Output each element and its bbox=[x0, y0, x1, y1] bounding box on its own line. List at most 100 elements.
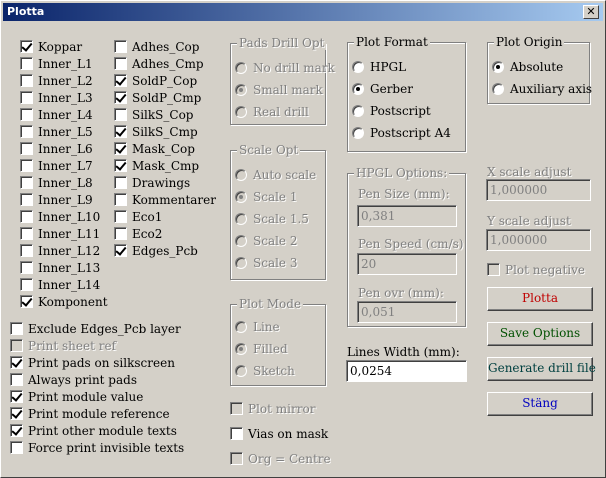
checkbox-mask-cop[interactable]: Mask_Cop bbox=[114, 140, 195, 157]
checkbox-box[interactable] bbox=[20, 176, 33, 189]
radio-dot[interactable] bbox=[235, 343, 247, 355]
pen-speed-input[interactable]: 20 bbox=[357, 253, 457, 275]
checkbox-box[interactable] bbox=[10, 407, 23, 420]
checkbox-box[interactable] bbox=[20, 295, 33, 308]
radio-dot[interactable] bbox=[235, 106, 247, 118]
checkbox-inner-l13[interactable]: Inner_L13 bbox=[20, 259, 100, 276]
radio-absolute[interactable]: Absolute bbox=[492, 58, 563, 76]
checkbox-box[interactable] bbox=[114, 159, 127, 172]
save-options-button[interactable]: Save Options bbox=[487, 322, 593, 346]
radio-no-drill-mark[interactable]: No drill mark bbox=[235, 59, 335, 77]
checkbox-box[interactable] bbox=[114, 193, 127, 206]
radio-hpgl[interactable]: HPGL bbox=[352, 58, 406, 76]
checkbox-silks-cmp[interactable]: SilkS_Cmp bbox=[114, 123, 198, 140]
checkbox-silks-cop[interactable]: SilkS_Cop bbox=[114, 106, 193, 123]
checkbox-komponent[interactable]: Komponent bbox=[20, 293, 108, 310]
radio-real-drill[interactable]: Real drill bbox=[235, 103, 309, 121]
radio-dot[interactable] bbox=[352, 127, 364, 139]
checkbox-mask-cmp[interactable]: Mask_Cmp bbox=[114, 157, 199, 174]
checkbox-box[interactable] bbox=[20, 91, 33, 104]
checkbox-print-other-module-texts[interactable]: Print other module texts bbox=[10, 422, 177, 439]
radio-dot[interactable] bbox=[235, 365, 247, 377]
checkbox-koppar[interactable]: Koppar bbox=[20, 38, 82, 55]
checkbox-eco1[interactable]: Eco1 bbox=[114, 208, 162, 225]
radio-dot[interactable] bbox=[352, 83, 364, 95]
radio-scale-1-5[interactable]: Scale 1.5 bbox=[235, 210, 309, 228]
checkbox-edges-pcb[interactable]: Edges_Pcb bbox=[114, 242, 198, 259]
checkbox-box[interactable] bbox=[20, 227, 33, 240]
radio-line[interactable]: Line bbox=[235, 318, 280, 336]
checkbox-box[interactable] bbox=[10, 441, 23, 454]
radio-postscript[interactable]: Postscript bbox=[352, 102, 431, 120]
checkbox-force-print-invisible-texts[interactable]: Force print invisible texts bbox=[10, 439, 184, 456]
checkbox-print-sheet-ref[interactable]: Print sheet ref bbox=[10, 337, 116, 354]
checkbox-box[interactable] bbox=[20, 278, 33, 291]
checkbox-box[interactable] bbox=[10, 322, 23, 335]
checkbox-box[interactable] bbox=[20, 57, 33, 70]
radio-dot[interactable] bbox=[235, 84, 247, 96]
radio-postscript-a4[interactable]: Postscript A4 bbox=[352, 124, 451, 142]
checkbox-adhes-cmp[interactable]: Adhes_Cmp bbox=[114, 55, 204, 72]
checkbox-inner-l6[interactable]: Inner_L6 bbox=[20, 140, 93, 157]
checkbox-box[interactable] bbox=[114, 142, 127, 155]
checkbox-box[interactable] bbox=[114, 227, 127, 240]
checkbox-exclude-edges-pcb-layer[interactable]: Exclude Edges_Pcb layer bbox=[10, 320, 181, 337]
checkbox-box[interactable] bbox=[10, 390, 23, 403]
close-button[interactable]: Stäng bbox=[487, 392, 593, 416]
checkbox-inner-l10[interactable]: Inner_L10 bbox=[20, 208, 100, 225]
checkbox-box[interactable] bbox=[114, 91, 127, 104]
org-centre-box[interactable] bbox=[230, 452, 243, 465]
checkbox-box[interactable] bbox=[20, 261, 33, 274]
checkbox-inner-l14[interactable]: Inner_L14 bbox=[20, 276, 100, 293]
radio-dot[interactable] bbox=[235, 191, 247, 203]
checkbox-inner-l4[interactable]: Inner_L4 bbox=[20, 106, 93, 123]
checkbox-inner-l9[interactable]: Inner_L9 bbox=[20, 191, 93, 208]
checkbox-box[interactable] bbox=[10, 339, 23, 352]
radio-dot[interactable] bbox=[492, 83, 504, 95]
plot-negative-checkbox[interactable]: Plot negative bbox=[487, 261, 585, 278]
radio-dot[interactable] bbox=[235, 321, 247, 333]
plot-button[interactable]: Plotta bbox=[487, 287, 593, 311]
checkbox-soldp-cop[interactable]: SoldP_Cop bbox=[114, 72, 197, 89]
checkbox-box[interactable] bbox=[20, 210, 33, 223]
checkbox-box[interactable] bbox=[114, 176, 127, 189]
checkbox-adhes-cop[interactable]: Adhes_Cop bbox=[114, 38, 199, 55]
radio-scale-1[interactable]: Scale 1 bbox=[235, 188, 297, 206]
plot-mirror-checkbox[interactable]: Plot mirror bbox=[230, 400, 315, 417]
radio-dot[interactable] bbox=[235, 257, 247, 269]
checkbox-box[interactable] bbox=[20, 125, 33, 138]
radio-filled[interactable]: Filled bbox=[235, 340, 288, 358]
checkbox-box[interactable] bbox=[114, 210, 127, 223]
radio-auto-scale[interactable]: Auto scale bbox=[235, 166, 316, 184]
checkbox-always-print-pads[interactable]: Always print pads bbox=[10, 371, 137, 388]
checkbox-inner-l8[interactable]: Inner_L8 bbox=[20, 174, 93, 191]
org-centre-checkbox[interactable]: Org = Centre bbox=[230, 450, 331, 467]
generate-drill-file-button[interactable]: Generate drill file bbox=[487, 357, 596, 381]
checkbox-inner-l3[interactable]: Inner_L3 bbox=[20, 89, 93, 106]
y-scale-input[interactable]: 1,000000 bbox=[486, 229, 591, 251]
radio-scale-3[interactable]: Scale 3 bbox=[235, 254, 297, 272]
checkbox-box[interactable] bbox=[10, 424, 23, 437]
checkbox-box[interactable] bbox=[20, 244, 33, 257]
vias-on-mask-box[interactable] bbox=[230, 427, 243, 440]
checkbox-box[interactable] bbox=[20, 74, 33, 87]
checkbox-box[interactable] bbox=[114, 244, 127, 257]
checkbox-box[interactable] bbox=[10, 373, 23, 386]
checkbox-inner-l12[interactable]: Inner_L12 bbox=[20, 242, 100, 259]
checkbox-inner-l11[interactable]: Inner_L11 bbox=[20, 225, 100, 242]
x-scale-input[interactable]: 1,000000 bbox=[486, 179, 591, 201]
checkbox-inner-l2[interactable]: Inner_L2 bbox=[20, 72, 93, 89]
title-bar[interactable]: Plotta ✕ bbox=[3, 3, 603, 21]
lines-width-input[interactable]: 0,0254 bbox=[346, 360, 467, 382]
checkbox-soldp-cmp[interactable]: SoldP_Cmp bbox=[114, 89, 201, 106]
checkbox-eco2[interactable]: Eco2 bbox=[114, 225, 162, 242]
plot-mirror-box[interactable] bbox=[230, 402, 243, 415]
checkbox-box[interactable] bbox=[114, 57, 127, 70]
checkbox-print-module-value[interactable]: Print module value bbox=[10, 388, 143, 405]
checkbox-box[interactable] bbox=[20, 40, 33, 53]
checkbox-inner-l7[interactable]: Inner_L7 bbox=[20, 157, 93, 174]
radio-gerber[interactable]: Gerber bbox=[352, 80, 413, 98]
vias-on-mask-checkbox[interactable]: Vias on mask bbox=[230, 425, 328, 442]
pen-ovr-input[interactable]: 0,051 bbox=[357, 301, 457, 323]
radio-auxiliary-axis[interactable]: Auxiliary axis bbox=[492, 80, 592, 98]
